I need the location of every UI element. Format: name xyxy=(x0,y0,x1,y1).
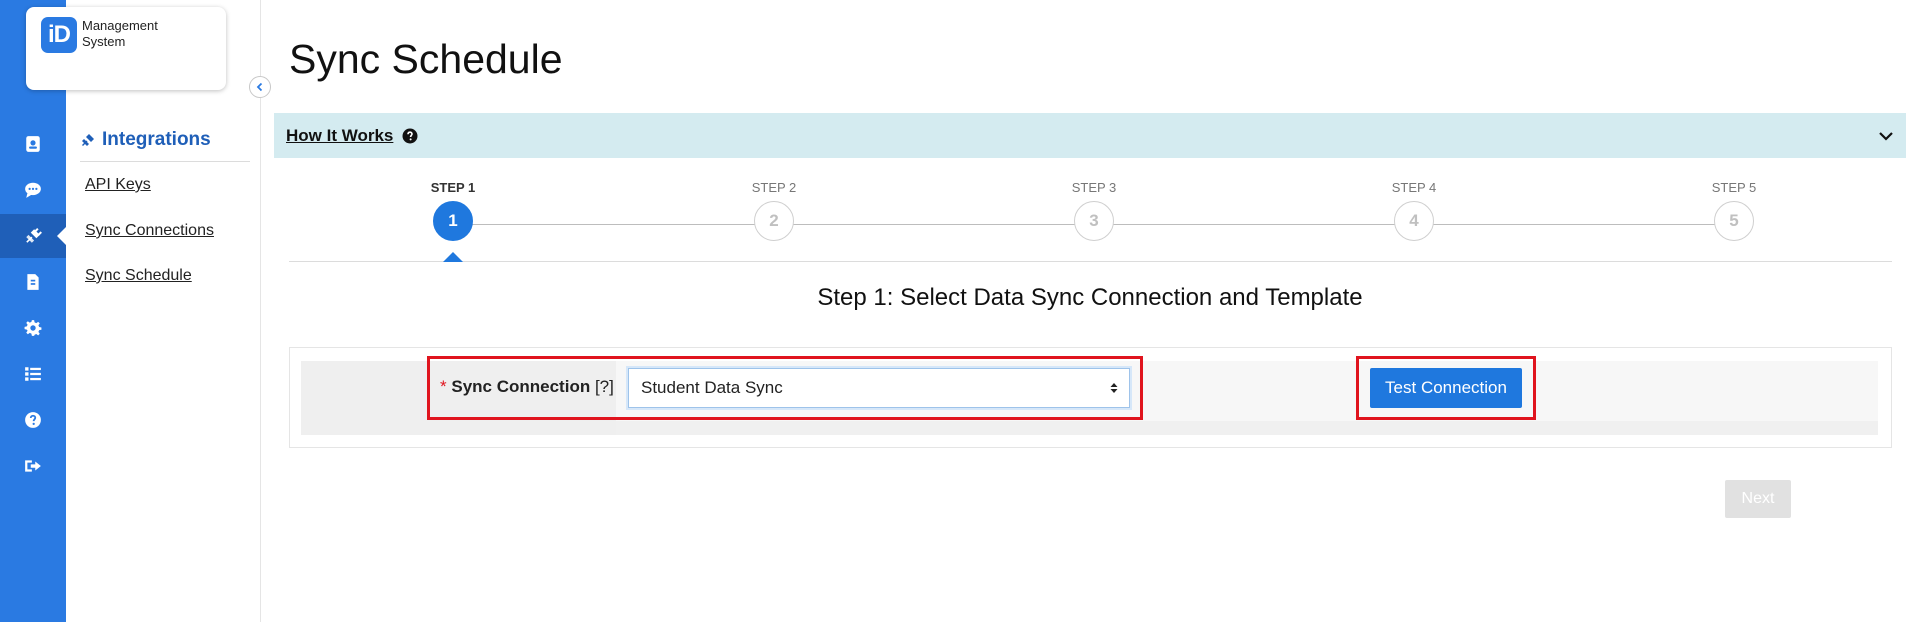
question-circle-icon xyxy=(402,128,418,143)
step-number: 5 xyxy=(1714,201,1754,241)
subnav-link-sync-schedule[interactable]: Sync Schedule xyxy=(85,267,192,285)
subnav-link-api-keys[interactable]: API Keys xyxy=(85,176,151,194)
highlight-box-test-button xyxy=(1356,356,1536,420)
step-4[interactable]: STEP 4 4 xyxy=(1364,180,1464,241)
rail-item-logout[interactable] xyxy=(0,444,66,488)
step-label: STEP 1 xyxy=(430,180,476,195)
rail-item-contacts[interactable] xyxy=(0,122,66,166)
step-number: 1 xyxy=(433,201,473,241)
chat-icon xyxy=(25,182,41,198)
step-label: STEP 3 xyxy=(1071,180,1117,195)
chevron-left-icon xyxy=(256,82,263,92)
step-heading: Step 1: Select Data Sync Connection and … xyxy=(817,284,1363,311)
active-step-pointer xyxy=(443,252,463,262)
plug-icon xyxy=(26,227,42,243)
badge-icon xyxy=(26,136,40,152)
subnav-link-sync-connections[interactable]: Sync Connections xyxy=(85,222,214,240)
rail-item-messages[interactable] xyxy=(0,168,66,212)
step-5[interactable]: STEP 5 5 xyxy=(1684,180,1784,241)
subnav-title: Integrations xyxy=(102,129,211,150)
sync-connection-form: * Sync Connection [?] Student Data Sync … xyxy=(289,347,1892,448)
collapse-sidebar-button[interactable] xyxy=(249,76,271,98)
subnav-header: Integrations xyxy=(80,129,250,162)
logo-mark: iD xyxy=(41,17,77,53)
rail-item-help[interactable] xyxy=(0,398,66,442)
step-number: 2 xyxy=(754,201,794,241)
field-row-footer xyxy=(616,421,1878,435)
plug-icon xyxy=(82,134,94,146)
document-icon xyxy=(27,274,39,290)
how-it-works-label: How It Works xyxy=(286,125,394,145)
step-1[interactable]: STEP 1 1 xyxy=(403,180,503,262)
highlight-box-select xyxy=(427,356,1143,420)
step-label: STEP 2 xyxy=(751,180,797,195)
list-icon xyxy=(25,367,41,381)
gear-icon xyxy=(24,320,42,336)
step-number: 3 xyxy=(1074,201,1114,241)
logout-icon xyxy=(25,460,41,472)
rail-item-reports[interactable] xyxy=(0,260,66,304)
stepper: STEP 1 1 STEP 2 2 STEP 3 3 STEP 4 4 STEP… xyxy=(289,180,1892,262)
step-label: STEP 4 xyxy=(1391,180,1437,195)
help-icon xyxy=(25,412,41,428)
icon-rail xyxy=(0,0,66,622)
main-content: Sync Schedule How It Works STEP 1 1 STEP… xyxy=(274,0,1915,622)
step-3[interactable]: STEP 3 3 xyxy=(1044,180,1144,241)
rail-item-list[interactable] xyxy=(0,352,66,396)
next-button[interactable]: Next xyxy=(1725,480,1791,518)
rail-item-integrations[interactable] xyxy=(0,214,66,258)
app-logo-card[interactable]: iD Management System xyxy=(26,7,226,90)
step-2[interactable]: STEP 2 2 xyxy=(724,180,824,241)
logo-text: Management System xyxy=(82,18,158,49)
how-it-works-banner[interactable]: How It Works xyxy=(274,113,1906,158)
page-title: Sync Schedule xyxy=(289,36,563,82)
chevron-down-icon[interactable] xyxy=(1878,128,1894,144)
secondary-sidebar: Integrations API Keys Sync Connections S… xyxy=(66,0,261,622)
rail-item-settings[interactable] xyxy=(0,306,66,350)
step-label: STEP 5 xyxy=(1711,180,1757,195)
step-number: 4 xyxy=(1394,201,1434,241)
